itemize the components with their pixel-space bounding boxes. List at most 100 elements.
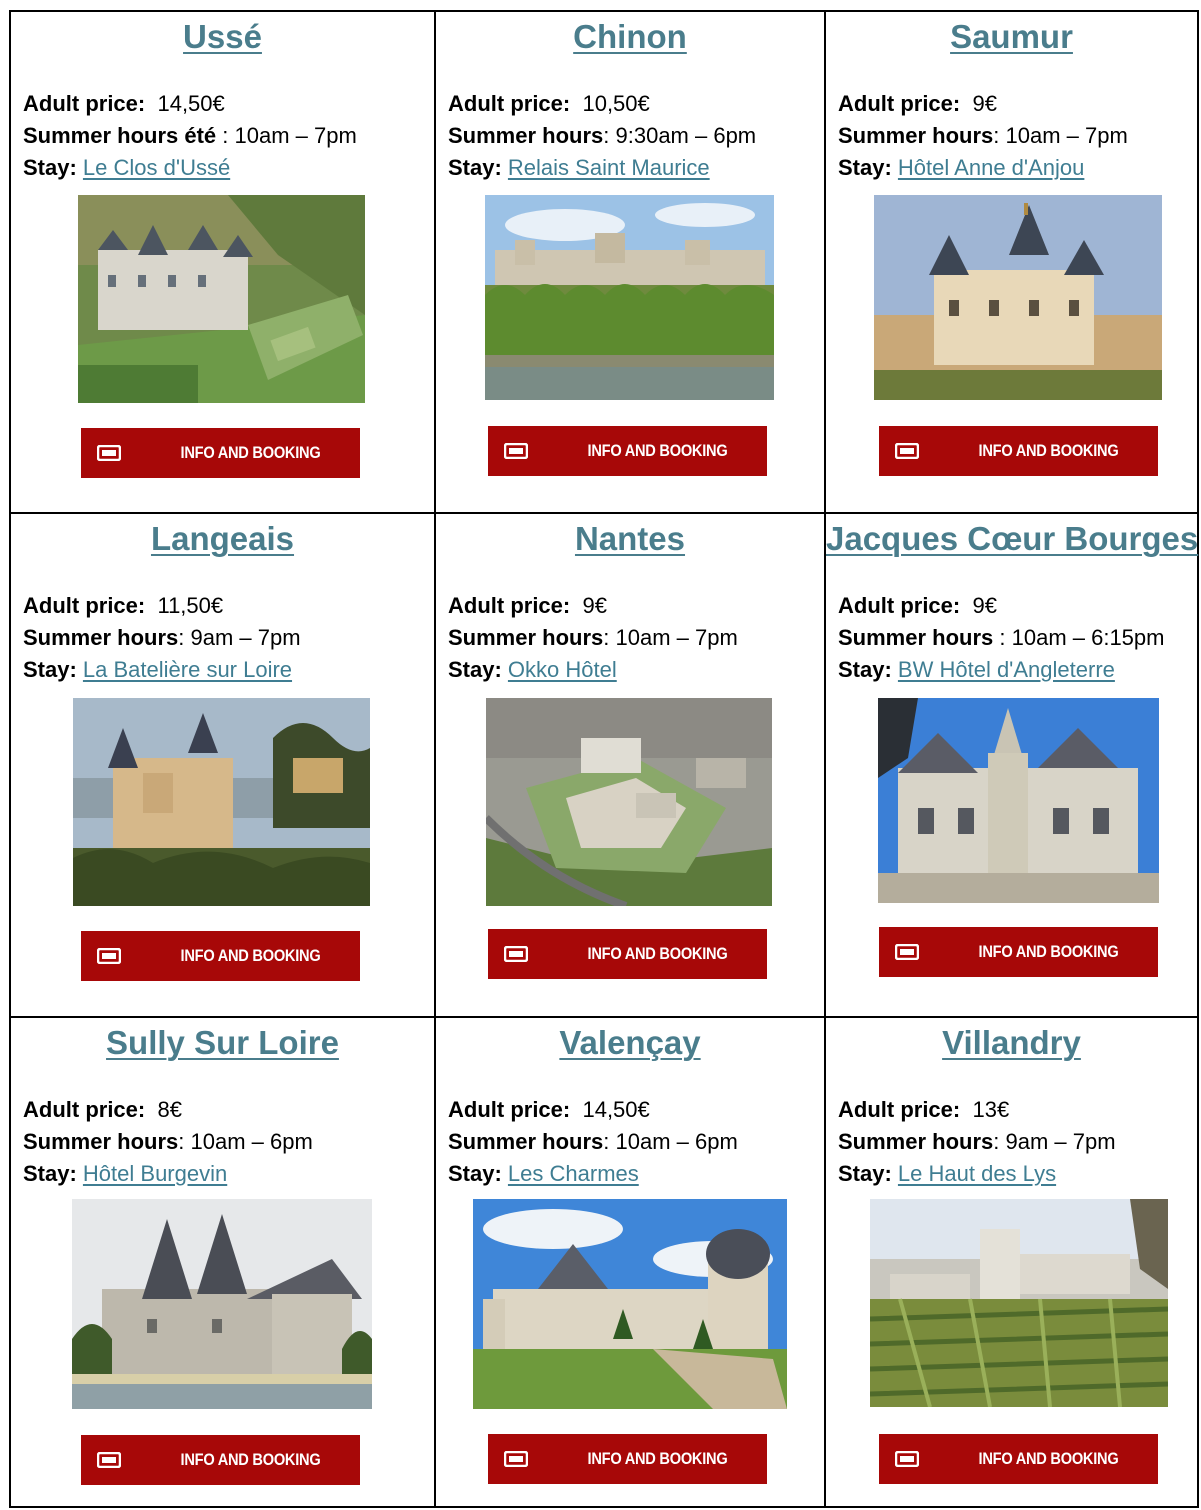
info-booking-button[interactable]: INFO AND BOOKING xyxy=(488,1434,767,1484)
hours-value: 9am – 7pm xyxy=(1005,1129,1116,1154)
ticket-icon xyxy=(504,946,528,962)
ticket-icon xyxy=(504,443,528,459)
hours-value: 10am – 6:15pm xyxy=(1011,625,1165,650)
castle-info: Adult price: 9€ Summer hours: 10am – 7pm… xyxy=(838,88,1128,184)
palace-bourges-photo xyxy=(878,698,1159,903)
info-booking-button[interactable]: INFO AND BOOKING xyxy=(81,428,360,478)
hours-label: Summer hours xyxy=(838,1129,994,1154)
ticket-icon xyxy=(895,944,919,960)
button-label: INFO AND BOOKING xyxy=(180,1450,321,1469)
stay-label: Stay: xyxy=(448,1161,502,1186)
button-label: INFO AND BOOKING xyxy=(180,946,321,965)
castle-cell-saumur: Saumur Adult price: 9€ Summer hours: 10a… xyxy=(826,12,1197,514)
hours-value: 10am – 6pm xyxy=(615,1129,738,1154)
button-label: INFO AND BOOKING xyxy=(180,443,321,462)
castle-info: Adult price: 9€ Summer hours : 10am – 6:… xyxy=(838,590,1164,686)
hours-value: 10am – 7pm xyxy=(234,123,357,148)
castle-title-link[interactable]: Jacques Cœur Bourges xyxy=(826,520,1198,558)
hours-label: Summer hours été xyxy=(23,123,217,148)
price-label: Adult price: xyxy=(23,593,146,618)
button-label: INFO AND BOOKING xyxy=(978,441,1119,460)
castle-cell-chinon: Chinon Adult price: 10,50€ Summer hours:… xyxy=(436,12,826,514)
castle-cell-valencay: Valençay Adult price: 14,50€ Summer hour… xyxy=(436,1018,826,1506)
castle-title-link[interactable]: Villandry xyxy=(826,1024,1197,1062)
ticket-icon xyxy=(504,1451,528,1467)
stay-link[interactable]: Relais Saint Maurice xyxy=(508,155,710,180)
castle-title-link[interactable]: Ussé xyxy=(11,18,434,56)
hours-separator: : xyxy=(993,123,1006,148)
stay-link[interactable]: BW Hôtel d'Angleterre xyxy=(898,657,1115,682)
info-booking-button[interactable]: INFO AND BOOKING xyxy=(879,426,1158,476)
hours-value: 10am – 6pm xyxy=(190,1129,313,1154)
castle-usse-photo xyxy=(78,195,365,403)
stay-label: Stay: xyxy=(23,657,77,682)
castles-table: Ussé Adult price: 14,50€ Summer hours ét… xyxy=(9,10,1199,1508)
castle-cell-sully: Sully Sur Loire Adult price: 8€ Summer h… xyxy=(11,1018,436,1506)
stay-label: Stay: xyxy=(23,1161,77,1186)
info-booking-button[interactable]: INFO AND BOOKING xyxy=(488,426,767,476)
hours-label: Summer hours xyxy=(838,625,994,650)
ticket-icon xyxy=(895,443,919,459)
stay-link[interactable]: Le Clos d'Ussé xyxy=(83,155,230,180)
hours-label: Summer hours xyxy=(448,625,604,650)
info-booking-button[interactable]: INFO AND BOOKING xyxy=(488,929,767,979)
price-label: Adult price: xyxy=(838,593,961,618)
price-label: Adult price: xyxy=(448,593,571,618)
hours-label: Summer hours xyxy=(23,625,179,650)
stay-link[interactable]: Le Haut des Lys xyxy=(898,1161,1056,1186)
info-booking-button[interactable]: INFO AND BOOKING xyxy=(879,927,1158,977)
stay-link[interactable]: Hôtel Anne d'Anjou xyxy=(898,155,1084,180)
price-label: Adult price: xyxy=(448,1097,571,1122)
castle-sully-photo xyxy=(72,1199,372,1409)
price-value: 9€ xyxy=(972,91,997,116)
info-booking-button[interactable]: INFO AND BOOKING xyxy=(81,1435,360,1485)
castle-cell-villandry: Villandry Adult price: 13€ Summer hours:… xyxy=(826,1018,1197,1506)
castle-title-link[interactable]: Chinon xyxy=(436,18,824,56)
info-booking-button[interactable]: INFO AND BOOKING xyxy=(81,931,360,981)
stay-label: Stay: xyxy=(838,155,892,180)
castle-info: Adult price: 13€ Summer hours: 9am – 7pm… xyxy=(838,1094,1116,1190)
stay-label: Stay: xyxy=(838,657,892,682)
stay-link[interactable]: La Batelière sur Loire xyxy=(83,657,292,682)
hours-value: 9am – 7pm xyxy=(190,625,301,650)
stay-link[interactable]: Hôtel Burgevin xyxy=(83,1161,227,1186)
hours-label: Summer hours xyxy=(23,1129,179,1154)
castle-cell-langeais: Langeais Adult price: 11,50€ Summer hour… xyxy=(11,514,436,1018)
price-value: 8€ xyxy=(157,1097,182,1122)
castle-title-link[interactable]: Nantes xyxy=(436,520,824,558)
ticket-icon xyxy=(97,1452,121,1468)
button-label: INFO AND BOOKING xyxy=(978,942,1119,961)
castle-title-link[interactable]: Sully Sur Loire xyxy=(11,1024,434,1062)
button-label: INFO AND BOOKING xyxy=(587,944,728,963)
ticket-icon xyxy=(895,1451,919,1467)
price-label: Adult price: xyxy=(23,1097,146,1122)
price-value: 9€ xyxy=(582,593,607,618)
info-booking-button[interactable]: INFO AND BOOKING xyxy=(879,1434,1158,1484)
hours-label: Summer hours xyxy=(838,123,994,148)
stay-link[interactable]: Les Charmes xyxy=(508,1161,639,1186)
hours-separator: : xyxy=(603,1129,616,1154)
hours-separator: : xyxy=(178,625,191,650)
hours-value: 10am – 7pm xyxy=(1005,123,1128,148)
price-label: Adult price: xyxy=(448,91,571,116)
hours-separator: : xyxy=(216,123,235,148)
hours-separator: : xyxy=(993,625,1012,650)
castle-info: Adult price: 9€ Summer hours: 10am – 7pm… xyxy=(448,590,738,686)
hours-separator: : xyxy=(993,1129,1006,1154)
stay-link[interactable]: Okko Hôtel xyxy=(508,657,617,682)
castle-nantes-photo xyxy=(486,698,772,906)
button-label: INFO AND BOOKING xyxy=(587,441,728,460)
hours-label: Summer hours xyxy=(448,123,604,148)
castle-info: Adult price: 11,50€ Summer hours: 9am – … xyxy=(23,590,301,686)
castle-info: Adult price: 8€ Summer hours: 10am – 6pm… xyxy=(23,1094,313,1190)
castle-title-link[interactable]: Langeais xyxy=(11,520,434,558)
price-value: 9€ xyxy=(972,593,997,618)
castle-villandry-photo xyxy=(870,1199,1168,1407)
castle-title-link[interactable]: Saumur xyxy=(826,18,1197,56)
castle-langeais-photo xyxy=(73,698,370,906)
button-label: INFO AND BOOKING xyxy=(587,1449,728,1468)
castle-title-link[interactable]: Valençay xyxy=(436,1024,824,1062)
castle-cell-usse: Ussé Adult price: 14,50€ Summer hours ét… xyxy=(11,12,436,514)
stay-label: Stay: xyxy=(448,155,502,180)
ticket-icon xyxy=(97,948,121,964)
